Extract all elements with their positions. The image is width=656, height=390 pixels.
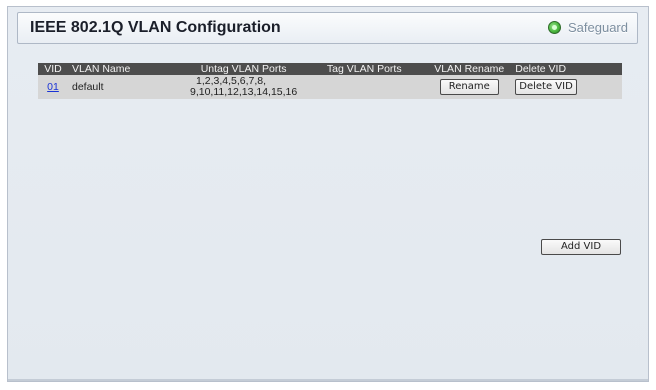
column-header-untag-ports: Untag VLAN Ports: [186, 63, 302, 75]
vid-link[interactable]: 01: [47, 81, 59, 93]
untag-ports-cell: 1,2,3,4,5,6,7,8, 9,10,11,12,13,14,15,16: [186, 75, 302, 99]
delete-vid-button[interactable]: Delete VID: [515, 79, 577, 95]
column-header-vlan-name: VLAN Name: [68, 63, 186, 75]
page-header: IEEE 802.1Q VLAN Configuration Safeguard: [17, 12, 638, 44]
untag-ports-line-2: 9,10,11,12,13,14,15,16: [190, 86, 298, 98]
page-title: IEEE 802.1Q VLAN Configuration: [30, 19, 281, 36]
vlan-name-cell: default: [68, 75, 186, 99]
safeguard-label: Safeguard: [568, 20, 628, 35]
tag-ports-cell: [301, 75, 428, 99]
column-header-tag-ports: Tag VLAN Ports: [301, 63, 428, 75]
safeguard-led-icon: [548, 21, 561, 34]
add-vid-button[interactable]: Add VID: [541, 239, 621, 255]
vid-cell: 01: [38, 75, 68, 99]
column-header-delete-vid: Delete VID: [511, 63, 622, 75]
column-header-vlan-rename: VLAN Rename: [427, 63, 512, 75]
panel-bottom-border: [8, 379, 648, 381]
column-header-vid: VID: [38, 63, 68, 75]
table-header-row: VID VLAN Name Untag VLAN Ports Tag VLAN …: [38, 63, 622, 75]
rename-button[interactable]: Rename: [439, 79, 499, 95]
vlan-table: VID VLAN Name Untag VLAN Ports Tag VLAN …: [38, 63, 622, 99]
safeguard-indicator: Safeguard: [548, 20, 628, 35]
rename-cell: Rename: [427, 75, 512, 99]
table-row: 01 default 1,2,3,4,5,6,7,8, 9,10,11,12,1…: [38, 75, 622, 99]
delete-cell: Delete VID: [511, 75, 622, 99]
